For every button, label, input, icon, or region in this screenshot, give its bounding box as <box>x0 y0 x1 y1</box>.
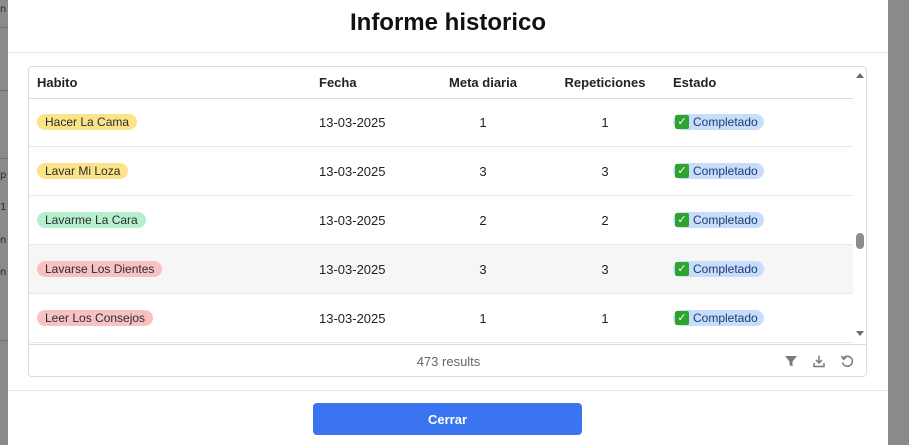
habit-tag: Hacer La Cama <box>37 114 138 130</box>
reps-cell: 3 <box>601 261 609 277</box>
status-cell: ✓ Completado <box>673 245 764 293</box>
status-badge: ✓ Completado <box>673 114 764 130</box>
habit-cell: Hacer La Cama <box>37 100 138 146</box>
check-box-icon: ✓ <box>675 213 689 227</box>
habit-cell: Leer Los Consejos <box>37 294 154 342</box>
goal-cell: 1 <box>479 310 487 326</box>
habit-tag: Lavarse Los Dientes <box>37 261 163 277</box>
background-divider <box>0 158 8 159</box>
reps-cell: 1 <box>601 310 609 326</box>
close-button[interactable]: Cerrar <box>313 403 582 435</box>
status-badge: ✓ Completado <box>673 261 764 277</box>
reps-cell: 3 <box>601 163 609 179</box>
date-cell: 13-03-2025 <box>319 212 386 228</box>
reps-cell: 1 <box>601 114 609 130</box>
habit-tag: Leer Los Consejos <box>37 310 154 326</box>
modal-title: Informe historico <box>349 9 547 36</box>
status-cell: ✓ Completado <box>673 147 764 195</box>
reps-cell: 2 <box>601 212 609 228</box>
background-page: n p 1 n n <box>0 0 8 445</box>
table-row[interactable]: Lavar Mi Loza 13-03-2025 3 3 ✓ Completado <box>29 147 853 196</box>
check-box-icon: ✓ <box>675 115 689 129</box>
column-header-date[interactable]: Fecha <box>319 67 357 99</box>
download-icon[interactable] <box>812 354 826 368</box>
status-cell: ✓ Completado <box>673 196 764 244</box>
history-table: Habito Fecha Meta diaria Repeticiones Es… <box>28 66 867 377</box>
status-label: Completado <box>693 311 758 325</box>
background-overlay <box>888 0 909 445</box>
habit-tag: Lavarme La Cara <box>37 212 146 228</box>
date-cell: 13-03-2025 <box>319 114 386 130</box>
goal-cell: 3 <box>479 163 487 179</box>
habit-cell: Lavar Mi Loza <box>37 147 129 195</box>
status-label: Completado <box>693 213 758 227</box>
status-cell: ✓ Completado <box>673 100 764 146</box>
background-text: n <box>0 4 7 15</box>
date-cell: 13-03-2025 <box>319 310 386 326</box>
status-badge: ✓ Completado <box>673 163 764 179</box>
habit-cell: Lavarse Los Dientes <box>37 245 163 293</box>
status-label: Completado <box>693 164 758 178</box>
habit-cell: Lavarme La Cara <box>37 196 146 244</box>
background-text: p <box>0 170 7 181</box>
status-badge: ✓ Completado <box>673 310 764 326</box>
background-divider <box>0 90 8 91</box>
scroll-up-arrow-icon[interactable] <box>856 73 864 78</box>
scroll-down-arrow-icon[interactable] <box>856 331 864 336</box>
history-report-modal: Informe historico Habito Fecha Meta diar… <box>8 0 888 445</box>
results-count: 473 results <box>416 354 481 369</box>
goal-cell: 1 <box>479 114 487 130</box>
table-footer: 473 results <box>29 344 866 376</box>
scrollbar-thumb[interactable] <box>856 233 864 249</box>
vertical-scrollbar[interactable] <box>853 67 866 344</box>
table-row[interactable]: Lavarse Los Dientes 13-03-2025 3 3 ✓ Comp… <box>29 245 853 294</box>
background-text: 1 <box>0 202 7 213</box>
modal-header: Informe historico <box>8 0 888 53</box>
column-header-goal[interactable]: Meta diaria <box>429 67 537 99</box>
modal-footer: Cerrar <box>8 390 888 445</box>
background-text: n <box>0 235 7 246</box>
table-body: Hacer La Cama 13-03-2025 1 1 ✓ Completado… <box>29 100 853 344</box>
background-divider <box>0 27 8 28</box>
goal-cell: 2 <box>479 212 487 228</box>
table-row[interactable]: Hacer La Cama 13-03-2025 1 1 ✓ Completado <box>29 100 853 147</box>
check-box-icon: ✓ <box>675 311 689 325</box>
goal-cell: 3 <box>479 261 487 277</box>
status-cell: ✓ Completado <box>673 294 764 342</box>
filter-icon[interactable] <box>784 354 798 368</box>
date-cell: 13-03-2025 <box>319 261 386 277</box>
column-header-status[interactable]: Estado <box>673 67 716 99</box>
column-header-reps[interactable]: Repeticiones <box>549 67 661 99</box>
status-badge: ✓ Completado <box>673 212 764 228</box>
background-divider <box>0 340 8 341</box>
check-box-icon: ✓ <box>675 262 689 276</box>
background-text: n <box>0 267 7 278</box>
habit-tag: Lavar Mi Loza <box>37 163 129 179</box>
reset-icon[interactable] <box>840 354 854 368</box>
column-header-habit[interactable]: Habito <box>37 67 77 99</box>
status-label: Completado <box>693 262 758 276</box>
check-box-icon: ✓ <box>675 164 689 178</box>
table-row[interactable]: Lavarme La Cara 13-03-2025 2 2 ✓ Completa… <box>29 196 853 245</box>
status-label: Completado <box>693 115 758 129</box>
table-row[interactable]: Leer Los Consejos 13-03-2025 1 1 ✓ Comple… <box>29 294 853 343</box>
table-header: Habito Fecha Meta diaria Repeticiones Es… <box>29 67 853 99</box>
date-cell: 13-03-2025 <box>319 163 386 179</box>
